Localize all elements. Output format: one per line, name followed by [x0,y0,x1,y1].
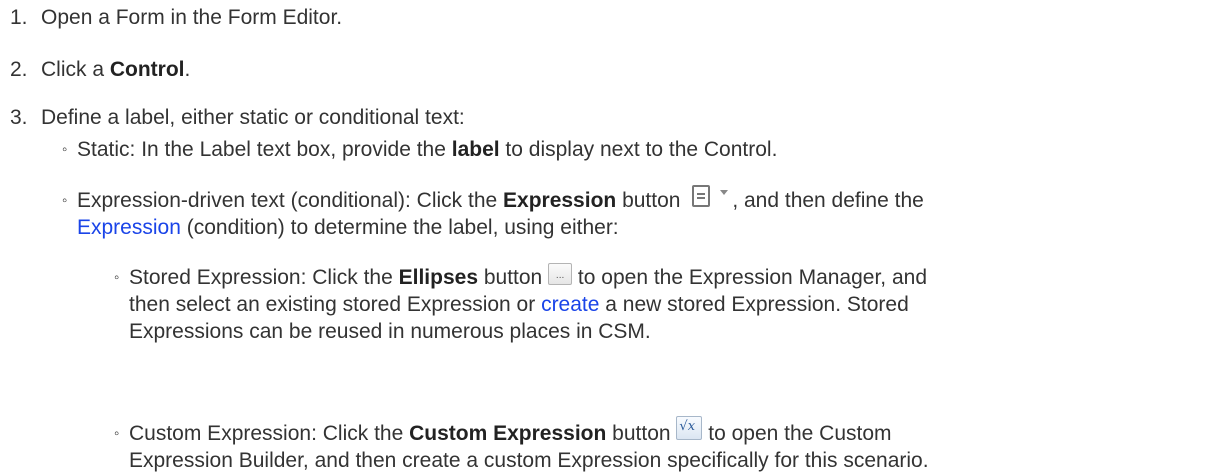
procedure-document: 1. Open a Form in the Form Editor. 2. Clic… [0,0,1219,476]
step-number: 3. [10,106,28,129]
item-text: (condition) to determine the label, usin… [180,216,619,239]
bullet: ◦ [114,425,120,442]
item-text: Custom Expression: Click the [129,422,410,445]
fx-glyph: √x [679,419,696,435]
custom-expression-term: Custom Expression [409,422,607,445]
step-text: Open a Form in the Form Editor. [41,6,343,29]
expression-link[interactable]: Expression [77,216,181,239]
ellipses-term: Ellipses [398,266,479,289]
item-text-end: to open the Custom [702,422,892,445]
item-text: Expression Builder, and then create a cu… [129,449,929,472]
create-link[interactable]: create [541,293,599,316]
item-text-end: to open the Expression Manager, and [572,266,928,289]
static-list-item: ◦ Static: In the Label text box, provide … [62,135,777,167]
step-text: Click a [41,58,110,81]
step-number: 2. [10,58,28,81]
label-term: label [451,138,500,161]
bullet: ◦ [62,192,68,209]
step-text: Define a label, either static or conditi… [41,106,465,129]
item-text-end: , and then define the [732,189,924,212]
step-text-end: . [184,58,191,81]
item-text: Expression-driven text (conditional): Cl… [77,189,504,212]
custom-expression-fx-icon: √x [676,416,703,441]
item-text: Static: In the Label text box, provide t… [77,138,452,161]
expression-list-item-line2: Expression (condition) to determine the … [77,213,619,243]
item-text-mid: button [606,422,671,445]
step-number: 1. [10,6,28,29]
item-text-mid: button [616,189,681,212]
expression-term: Expression [503,189,617,212]
expression-document-dropdown-icon [688,184,730,210]
item-text-end: to display next to the Control. [499,138,778,161]
stored-expression-line2: then select an existing stored Expressio… [129,290,909,320]
item-text: Stored Expression: Click the [129,266,399,289]
bullet: ◦ [62,141,68,158]
step-2: 2. Click a Control. [10,55,190,85]
item-text-mid: button [478,266,543,289]
bullet: ◦ [114,269,120,286]
control-term: Control [109,58,185,81]
step-3: 3. Define a label, either static or condi… [10,103,465,133]
item-text-end: a new stored Expression. Stored [599,293,909,316]
step-1: 1. Open a Form in the Form Editor. [10,3,342,33]
ellipses-glyph: ... [555,270,565,282]
item-text: then select an existing stored Expressio… [129,293,542,316]
item-text: Expressions can be reused in numerous pl… [129,320,651,343]
custom-expression-line2: Expression Builder, and then create a cu… [129,446,929,476]
stored-expression-line3: Expressions can be reused in numerous pl… [129,317,651,347]
ellipses-button-icon: ... [548,263,573,286]
